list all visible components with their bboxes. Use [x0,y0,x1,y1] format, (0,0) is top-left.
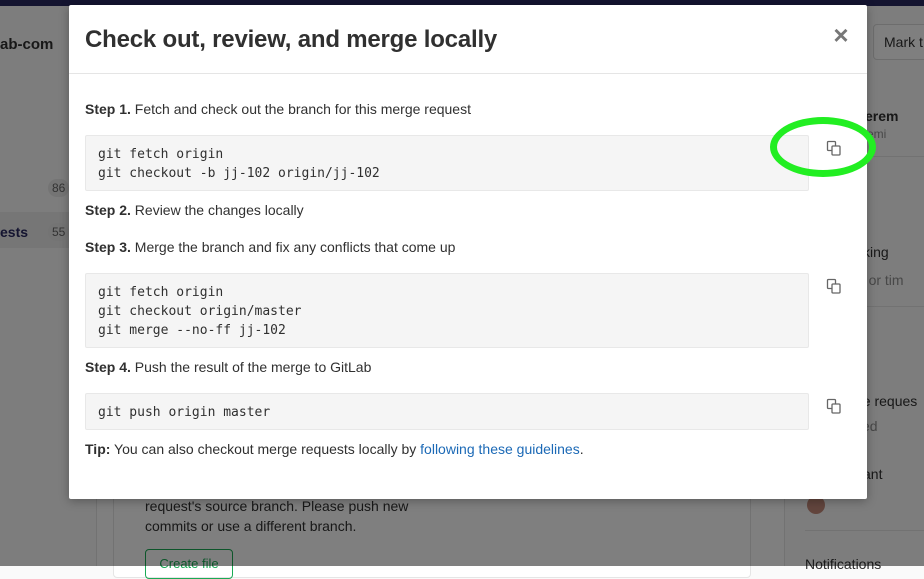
guidelines-link[interactable]: following these guidelines [420,441,580,457]
copy-icon[interactable] [826,278,842,294]
code-line: git push origin master [98,405,271,420]
modal-title: Check out, review, and merge locally [85,26,498,53]
tip-end: . [579,441,584,457]
modal-header: Check out, review, and merge locally × [69,5,867,74]
step-label: Step 1. [85,101,131,117]
step-description: Merge the branch and fix any conflicts t… [130,239,456,255]
code-line: git fetch origin [98,285,224,300]
code-line: git merge --no-ff jj-102 [98,323,286,338]
tip-text: Tip: You can also checkout merge request… [85,441,584,457]
step-2-text: Step 2. Review the changes locally [85,202,304,218]
code-line: git fetch origin [98,147,224,162]
step-3-text: Step 3. Merge the branch and fix any con… [85,239,455,255]
code-block-step-1: git fetch origin git checkout -b jj-102 … [85,135,809,191]
checkout-modal: Check out, review, and merge locally × S… [69,5,867,499]
step-label: Step 2. [85,202,131,218]
code-block-step-3: git fetch origin git checkout origin/mas… [85,273,809,348]
step-description: Review the changes locally [130,202,304,218]
close-icon[interactable]: × [831,22,851,48]
tip-description: You can also checkout merge requests loc… [110,441,421,457]
step-description: Fetch and check out the branch for this … [130,101,471,117]
code-line: git checkout -b jj-102 origin/jj-102 [98,166,380,181]
step-label: Step 3. [85,239,131,255]
copy-icon[interactable] [826,398,842,414]
code-block-step-4: git push origin master [85,393,809,430]
step-description: Push the result of the merge to GitLab [130,359,372,375]
code-line: git checkout origin/master [98,304,302,319]
step-label: Step 4. [85,359,131,375]
step-4-text: Step 4. Push the result of the merge to … [85,359,371,375]
step-1-text: Step 1. Fetch and check out the branch f… [85,101,471,117]
copy-icon[interactable] [826,140,842,156]
tip-label: Tip: [85,441,111,457]
